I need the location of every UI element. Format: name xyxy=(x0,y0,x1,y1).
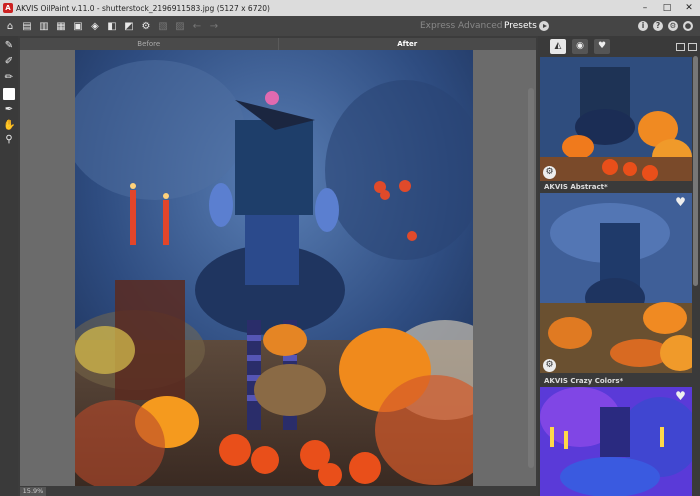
pencil-tool-icon[interactable]: ✏ xyxy=(3,72,15,84)
app-logo: A xyxy=(3,3,13,13)
preset-label: AKVIS Abstract* xyxy=(544,183,608,191)
plugin-icon[interactable]: ◧ xyxy=(105,19,119,33)
share-icon[interactable]: ◈ xyxy=(88,19,102,33)
preset-settings-icon[interactable]: ⚙ xyxy=(543,166,556,179)
preferences-icon[interactable]: ⚙ xyxy=(668,21,678,31)
undo-icon[interactable]: ← xyxy=(190,19,204,33)
redo-icon[interactable]: → xyxy=(207,19,221,33)
batch-icon[interactable]: ▣ xyxy=(71,19,85,33)
paint-tool-icon[interactable]: ✐ xyxy=(3,56,15,68)
zoom-level[interactable]: 15.9% xyxy=(20,487,46,496)
window-title: AKVIS OilPaint v.11.0 - shutterstock_219… xyxy=(16,3,270,13)
list-view-icon[interactable] xyxy=(676,43,685,51)
close-button[interactable]: ✕ xyxy=(678,0,700,16)
preset-settings-icon[interactable]: ⚙ xyxy=(543,359,556,372)
preset-thumb-2-svg xyxy=(540,193,692,373)
open-file-icon[interactable]: ▤ xyxy=(20,19,34,33)
brush-icon[interactable]: ▧ xyxy=(156,19,170,33)
zoom-tool-icon[interactable]: ⚲ xyxy=(3,134,15,146)
favorite-heart-icon[interactable]: ♥ xyxy=(674,196,687,208)
tab-favorite-presets[interactable]: ♥ xyxy=(594,39,610,54)
brush-tool-icon[interactable]: ✎ xyxy=(3,40,15,52)
grid-view-icon[interactable] xyxy=(688,43,697,51)
mode-advanced[interactable]: Advanced xyxy=(458,16,502,36)
minimize-button[interactable]: – xyxy=(634,0,656,16)
mode-presets[interactable]: Presets xyxy=(504,16,537,36)
toolbar: ⌂ ▤ ▥ ▦ ▣ ◈ ◧ ◩ ⚙ ▧ ▨ ← → xyxy=(0,16,700,36)
preset-thumb-3[interactable] xyxy=(540,387,692,496)
stroke-icon[interactable]: ▨ xyxy=(173,19,187,33)
hand-tool-icon[interactable]: ✋ xyxy=(3,120,15,132)
canvas-scrollbar[interactable] xyxy=(528,88,534,468)
print-icon[interactable]: ▦ xyxy=(54,19,68,33)
run-button[interactable] xyxy=(539,21,549,31)
preset-label: AKVIS Crazy Colors* xyxy=(544,377,624,385)
tab-all-presets[interactable]: ◭ xyxy=(550,39,566,54)
preset-thumb-2[interactable] xyxy=(540,193,692,373)
tab-user-presets[interactable]: ◉ xyxy=(572,39,588,54)
painting-svg xyxy=(75,50,473,486)
status-bar xyxy=(20,486,536,496)
notifications-icon[interactable]: ● xyxy=(683,21,693,31)
help-icon[interactable]: ? xyxy=(653,21,663,31)
mode-express[interactable]: Express xyxy=(420,16,455,36)
settings-icon[interactable]: ⚙ xyxy=(139,19,153,33)
tab-before[interactable]: Before xyxy=(20,38,278,50)
view-tabs: Before After xyxy=(20,38,536,50)
tab-after[interactable]: After xyxy=(277,38,537,50)
favorite-heart-icon[interactable]: ♥ xyxy=(674,390,687,402)
eyedropper-tool-icon[interactable]: ✒ xyxy=(3,104,15,116)
preset-thumb-3-svg xyxy=(540,387,692,496)
presets-scrollbar[interactable] xyxy=(693,56,698,286)
maximize-button[interactable]: □ xyxy=(656,0,678,16)
preset-thumb-1-svg xyxy=(540,57,692,181)
painted-image[interactable] xyxy=(75,50,473,486)
info-icon[interactable]: i xyxy=(638,21,648,31)
tool-panel: ✎ ✐ ✏ ✒ ✋ ⚲ xyxy=(0,36,18,496)
save-file-icon[interactable]: ▥ xyxy=(37,19,51,33)
home-icon[interactable]: ⌂ xyxy=(3,19,17,33)
preset-thumb-1[interactable] xyxy=(540,57,692,181)
before-after-icon[interactable]: ◩ xyxy=(122,19,136,33)
title-bar: A AKVIS OilPaint v.11.0 - shutterstock_2… xyxy=(0,0,700,16)
color-swatch[interactable] xyxy=(3,88,15,100)
